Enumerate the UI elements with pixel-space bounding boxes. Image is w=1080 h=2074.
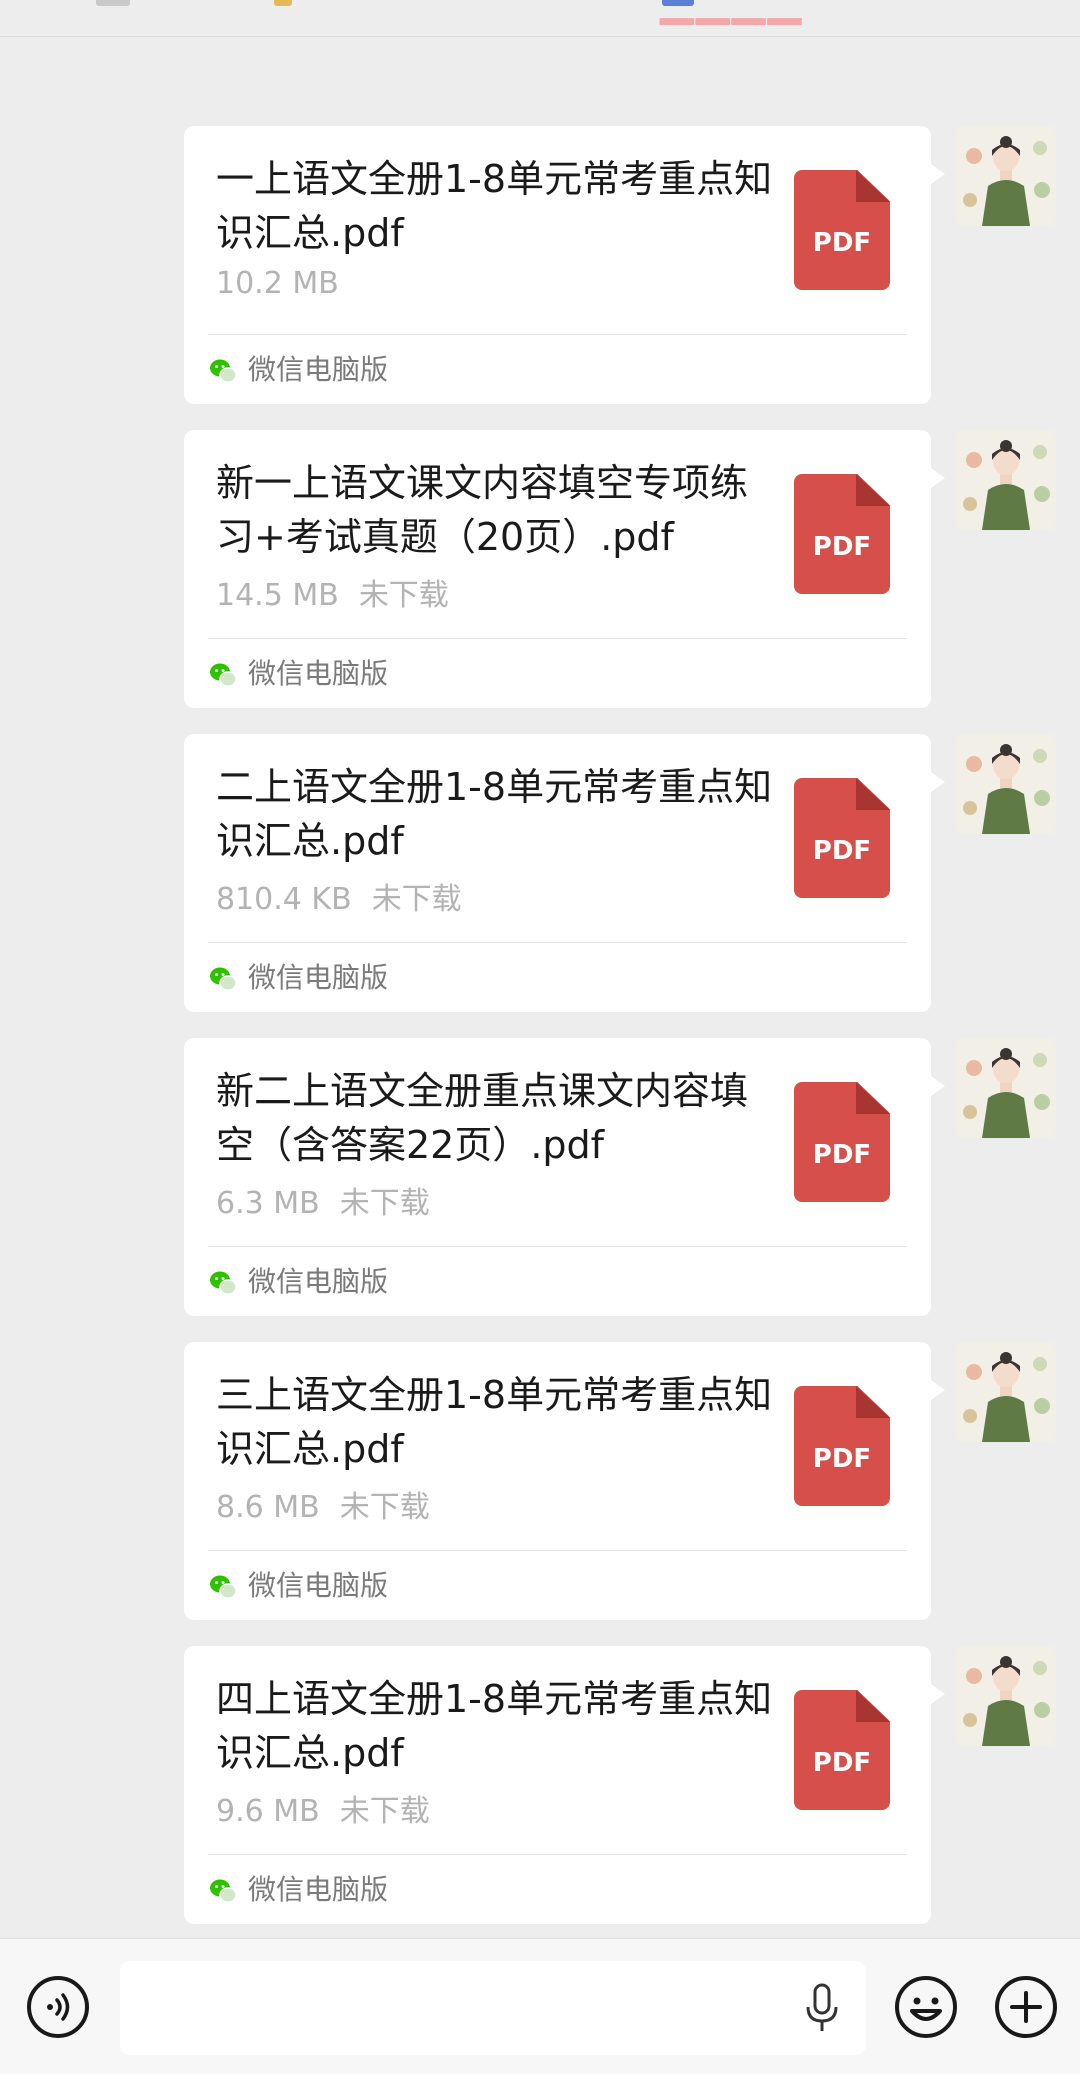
file-name: 新一上语文课文内容填空专项练习+考试真题（20页）.pdf [216,461,749,559]
pdf-file-icon: PDF [794,170,890,290]
divider [208,1854,907,1855]
voice-toggle-button[interactable] [26,1975,90,2039]
file-bubble[interactable]: 一上语文全册1-8单元常考重点知识汇总.pdf 10.2 MB PDF 微信电脑… [184,126,945,404]
download-status: 未下载 [339,1186,430,1221]
file-meta: 8.6 MB 未下载 [216,1482,430,1526]
pdf-file-icon: PDF [794,474,890,594]
pdf-label: PDF [812,1140,872,1170]
file-bubble[interactable]: 四上语文全册1-8单元常考重点知识汇总.pdf 9.6 MB 未下载 PDF 微信… [184,1646,945,1924]
pdf-label: PDF [812,532,872,562]
file-meta: 14.5 MB 未下载 [216,570,449,614]
file-size: 10.2 MB [216,266,339,301]
file-name: 新二上语文全册重点课文内容填空（含答案22页）.pdf [216,1069,749,1167]
file-size: 9.6 MB [216,1794,320,1829]
source-text: 微信电脑版 [248,353,389,386]
microphone-button[interactable] [804,1983,840,2035]
source-text: 微信电脑版 [248,657,389,690]
wechat-icon [210,1271,237,1295]
avatar[interactable] [956,126,1056,226]
pdf-file-icon: PDF [794,778,890,898]
source-text: 微信电脑版 [248,961,389,994]
download-status: 未下载 [371,882,462,917]
file-meta: 9.6 MB 未下载 [216,1786,430,1830]
file-name: 一上语文全册1-8单元常考重点知识汇总.pdf [216,157,773,255]
source-label: 微信电脑版 [208,956,388,1000]
file-message: 一上语文全册1-8单元常考重点知识汇总.pdf 10.2 MB PDF 微信电脑… [0,126,1080,404]
input-bar [0,1938,1080,2074]
file-bubble[interactable]: 新一上语文课文内容填空专项练习+考试真题（20页）.pdf 14.5 MB 未下载… [184,430,945,708]
source-text: 微信电脑版 [248,1873,389,1906]
file-size: 6.3 MB [216,1186,320,1221]
download-status: 未下载 [339,1794,430,1829]
source-label: 微信电脑版 [208,348,388,392]
voice-toggle-icon [27,1976,89,2038]
source-label: 微信电脑版 [208,1868,388,1912]
wechat-icon [210,967,237,991]
file-size: 810.4 KB [216,882,352,917]
file-message: 新二上语文全册重点课文内容填空（含答案22页）.pdf 6.3 MB 未下载 PD… [0,1038,1080,1316]
message-input[interactable] [120,1961,866,2055]
emoji-icon [895,1976,957,2038]
divider [208,942,907,943]
plus-icon [995,1976,1057,2038]
wechat-icon [210,359,237,383]
file-size: 8.6 MB [216,1490,320,1525]
file-message: 四上语文全册1-8单元常考重点知识汇总.pdf 9.6 MB 未下载 PDF 微信… [0,1646,1080,1924]
file-message: 新一上语文课文内容填空专项练习+考试真题（20页）.pdf 14.5 MB 未下载… [0,430,1080,708]
file-name: 三上语文全册1-8单元常考重点知识汇总.pdf [216,1373,773,1471]
file-meta: 10.2 MB [216,266,359,301]
top-banner: ▁▁▁▁ [0,0,1080,37]
divider [208,1550,907,1551]
top-icon-fragment [96,0,130,6]
microphone-icon [806,1983,838,2031]
file-bubble[interactable]: 新二上语文全册重点课文内容填空（含答案22页）.pdf 6.3 MB 未下载 PD… [184,1038,945,1316]
file-message: 三上语文全册1-8单元常考重点知识汇总.pdf 8.6 MB 未下载 PDF 微信… [0,1342,1080,1620]
avatar[interactable] [956,1646,1056,1746]
download-status: 未下载 [358,578,449,613]
file-meta: 6.3 MB 未下载 [216,1178,430,1222]
file-size: 14.5 MB [216,578,339,613]
chat-message-list[interactable]: 一上语文全册1-8单元常考重点知识汇总.pdf 10.2 MB PDF 微信电脑… [0,36,1080,1938]
wechat-icon [210,663,237,687]
source-label: 微信电脑版 [208,652,388,696]
avatar[interactable] [956,1038,1056,1138]
wechat-icon [210,1879,237,1903]
pdf-file-icon: PDF [794,1082,890,1202]
top-icon-fragment [274,0,292,6]
avatar[interactable] [956,1342,1056,1442]
divider [208,1246,907,1247]
file-name: 四上语文全册1-8单元常考重点知识汇总.pdf [216,1677,773,1775]
pdf-label: PDF [812,1748,872,1778]
source-text: 微信电脑版 [248,1265,389,1298]
pdf-label: PDF [812,1444,872,1474]
file-bubble[interactable]: 三上语文全册1-8单元常考重点知识汇总.pdf 8.6 MB 未下载 PDF 微信… [184,1342,945,1620]
pdf-label: PDF [812,836,872,866]
pdf-file-icon: PDF [794,1690,890,1810]
avatar[interactable] [956,430,1056,530]
emoji-button[interactable] [894,1975,958,2039]
pdf-label: PDF [812,228,872,258]
pdf-file-icon: PDF [794,1386,890,1506]
download-status: 未下载 [339,1490,430,1525]
file-bubble[interactable]: 二上语文全册1-8单元常考重点知识汇总.pdf 810.4 KB 未下载 PDF … [184,734,945,1012]
file-name: 二上语文全册1-8单元常考重点知识汇总.pdf [216,765,773,863]
source-label: 微信电脑版 [208,1260,388,1304]
banner-image-fragment: ▁▁▁▁ [660,0,803,25]
file-message: 二上语文全册1-8单元常考重点知识汇总.pdf 810.4 KB 未下载 PDF … [0,734,1080,1012]
divider [208,638,907,639]
source-text: 微信电脑版 [248,1569,389,1602]
more-options-button[interactable] [994,1975,1058,2039]
divider [208,334,907,335]
source-label: 微信电脑版 [208,1564,388,1608]
file-meta: 810.4 KB 未下载 [216,874,462,918]
wechat-icon [210,1575,237,1599]
avatar[interactable] [956,734,1056,834]
